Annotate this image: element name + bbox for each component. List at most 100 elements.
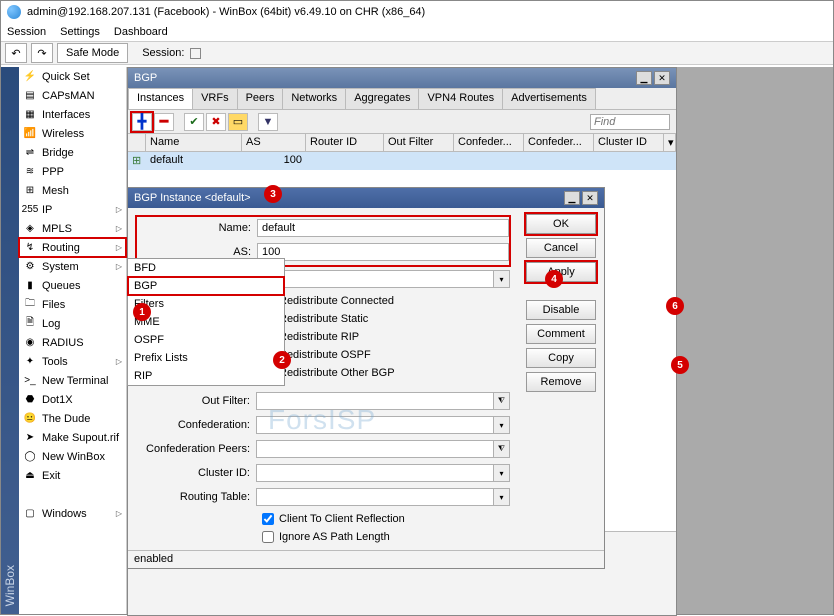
c2c-checkbox[interactable]	[262, 513, 274, 525]
item-icon	[23, 488, 37, 502]
find-input[interactable]	[590, 114, 670, 130]
col-menu-button[interactable]: ▾	[664, 134, 676, 151]
remove-button[interactable]: ━	[154, 113, 174, 131]
cancel-button[interactable]: Cancel	[526, 238, 596, 258]
sidebar-item-wireless[interactable]: 📶Wireless	[19, 124, 126, 143]
sidebar-item-ppp[interactable]: ≋PPP	[19, 162, 126, 181]
sidebar-item-radius[interactable]: ◉RADIUS	[19, 333, 126, 352]
col-header[interactable]: Out Filter	[384, 134, 454, 151]
tab-advertisements[interactable]: Advertisements	[502, 88, 596, 109]
routingtable-input[interactable]	[256, 488, 494, 506]
col-header[interactable]: Confeder...	[524, 134, 594, 151]
sidebar-item-interfaces[interactable]: ▦Interfaces	[19, 105, 126, 124]
ignoreaspath-checkbox[interactable]	[262, 531, 274, 543]
back-button[interactable]: ↶	[5, 43, 27, 63]
sidebar-item-routing[interactable]: ↯Routing▷	[19, 238, 126, 257]
sidebar-item-windows[interactable]: ▢Windows▷	[19, 504, 126, 523]
chevron-right-icon: ▷	[116, 205, 122, 214]
menu-dashboard[interactable]: Dashboard	[114, 26, 168, 38]
copy-button[interactable]: Copy	[526, 348, 596, 368]
sidebar-item-new-terminal[interactable]: >_New Terminal	[19, 371, 126, 390]
submenu-item-mme[interactable]: MME	[128, 313, 284, 331]
sidebar-item-system[interactable]: ⚙System▷	[19, 257, 126, 276]
table-row[interactable]: ⊞ default 100	[128, 152, 676, 170]
item-label: IP	[42, 204, 111, 216]
comment-button[interactable]: Comment	[526, 324, 596, 344]
item-icon: ◯	[23, 450, 37, 464]
as-input[interactable]	[257, 243, 509, 261]
sidebar-item-exit[interactable]: ⏏Exit	[19, 466, 126, 485]
submenu-item-bgp[interactable]: BGP	[128, 277, 284, 295]
disable-button[interactable]: Disable	[526, 300, 596, 320]
submenu-item-ospf[interactable]: OSPF	[128, 331, 284, 349]
item-icon: ⬣	[23, 393, 37, 407]
sidebar-item-tools[interactable]: ✦Tools▷	[19, 352, 126, 371]
confedpeers-input[interactable]	[256, 440, 494, 458]
minimize-button[interactable]: ▁	[636, 71, 652, 85]
tab-vpn4-routes[interactable]: VPN4 Routes	[418, 88, 503, 109]
tab-instances[interactable]: Instances	[128, 88, 193, 109]
item-label: Wireless	[42, 128, 122, 140]
name-input[interactable]	[257, 219, 509, 237]
disable-button[interactable]: ✖	[206, 113, 226, 131]
minimize-button[interactable]: ▁	[564, 191, 580, 205]
tab-peers[interactable]: Peers	[237, 88, 284, 109]
ok-button[interactable]: OK	[526, 214, 596, 234]
item-icon: ▮	[23, 279, 37, 293]
submenu-item-filters[interactable]: Filters	[128, 295, 284, 313]
sidebar-item-new-winbox[interactable]: ◯New WinBox	[19, 447, 126, 466]
sidebar-item-capsman[interactable]: ▤CAPsMAN	[19, 86, 126, 105]
sidebar-item-log[interactable]: 🗎Log	[19, 314, 126, 333]
col-header[interactable]: Name	[146, 134, 242, 151]
sidebar-item-queues[interactable]: ▮Queues	[19, 276, 126, 295]
sidebar-item-quick-set[interactable]: ⚡Quick Set	[19, 67, 126, 86]
tab-vrfs[interactable]: VRFs	[192, 88, 238, 109]
clusterid-input[interactable]	[256, 464, 494, 482]
confed-input[interactable]	[256, 416, 494, 434]
instance-titlebar[interactable]: BGP Instance <default> ▁ ✕	[128, 188, 604, 208]
submenu-item-rip[interactable]: RIP	[128, 367, 284, 385]
routingtable-dropdown[interactable]: ▾	[494, 488, 510, 506]
comment-button[interactable]: ▭	[228, 113, 248, 131]
sidebar-item-ip[interactable]: 255IP▷	[19, 200, 126, 219]
confedpeers-dropdown[interactable]: ⧨	[494, 440, 510, 458]
sidebar-item-make-supout.rif[interactable]: ➤Make Supout.rif	[19, 428, 126, 447]
enable-button[interactable]: ✔	[184, 113, 204, 131]
outfilter-input[interactable]	[256, 392, 494, 410]
safe-mode-button[interactable]: Safe Mode	[57, 43, 128, 63]
tab-networks[interactable]: Networks	[282, 88, 346, 109]
sidebar-item-the-dude[interactable]: 😐The Dude	[19, 409, 126, 428]
remove-button[interactable]: Remove	[526, 372, 596, 392]
routerid-dropdown[interactable]: ▾	[494, 270, 510, 288]
submenu-item-bfd[interactable]: BFD	[128, 259, 284, 277]
col-header[interactable]: Confeder...	[454, 134, 524, 151]
clusterid-dropdown[interactable]: ▾	[494, 464, 510, 482]
bgp-titlebar[interactable]: BGP ▁ ✕	[128, 68, 676, 88]
col-header[interactable]: AS	[242, 134, 306, 151]
sidebar-item-files[interactable]: 🗀Files	[19, 295, 126, 314]
routerid-input[interactable]	[256, 270, 494, 288]
col-header[interactable]: Cluster ID	[594, 134, 664, 151]
filter-button[interactable]: ▼	[258, 113, 278, 131]
confed-dropdown[interactable]: ▾	[494, 416, 510, 434]
app-icon	[7, 5, 21, 19]
tab-aggregates[interactable]: Aggregates	[345, 88, 419, 109]
col-header[interactable]: Router ID	[306, 134, 384, 151]
close-button[interactable]: ✕	[582, 191, 598, 205]
sidebar-item-mesh[interactable]: ⊞Mesh	[19, 181, 126, 200]
item-icon: ✦	[23, 355, 37, 369]
sidebar-item-bridge[interactable]: ⇌Bridge	[19, 143, 126, 162]
close-button[interactable]: ✕	[654, 71, 670, 85]
menu-session[interactable]: Session	[7, 26, 46, 38]
forward-button[interactable]: ↷	[31, 43, 53, 63]
item-label: Log	[42, 318, 122, 330]
bgp-title: BGP	[134, 72, 157, 84]
col-header[interactable]	[128, 134, 146, 151]
item-icon: ≋	[23, 165, 37, 179]
submenu-item-prefix-lists[interactable]: Prefix Lists	[128, 349, 284, 367]
outfilter-dropdown[interactable]: ⧨	[494, 392, 510, 410]
sidebar-item-mpls[interactable]: ◈MPLS▷	[19, 219, 126, 238]
add-button[interactable]: ╋	[132, 113, 152, 131]
menu-settings[interactable]: Settings	[60, 26, 100, 38]
sidebar-item-dot1x[interactable]: ⬣Dot1X	[19, 390, 126, 409]
